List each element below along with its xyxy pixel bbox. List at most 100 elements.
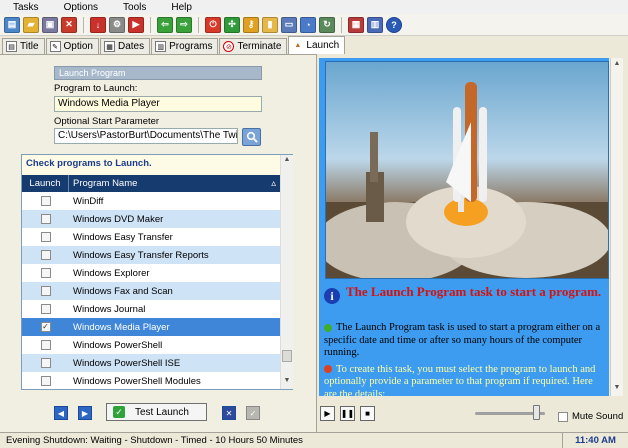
- launch-checkbox[interactable]: [40, 196, 51, 206]
- tab-title[interactable]: ▤ Title: [2, 38, 45, 54]
- column-header-label: Program Name: [73, 178, 138, 189]
- key-icon[interactable]: ⚷: [243, 16, 259, 33]
- menu-options[interactable]: Options: [51, 2, 110, 13]
- toolbar-separator: [341, 16, 342, 33]
- mute-checkbox[interactable]: [558, 412, 568, 422]
- play-button[interactable]: ▶: [320, 405, 335, 421]
- launch-checkbox[interactable]: [40, 250, 51, 260]
- launch-checkbox[interactable]: [40, 268, 51, 278]
- run-icon[interactable]: ▶: [128, 16, 144, 33]
- tab-programs[interactable]: ▥ Programs: [151, 38, 219, 54]
- import-icon[interactable]: ⇦: [157, 16, 173, 33]
- launch-checkbox[interactable]: [40, 286, 51, 296]
- program-name-cell: Windows DVD Maker: [73, 213, 164, 225]
- launch-checkbox[interactable]: [40, 232, 51, 242]
- scroll-up-icon[interactable]: ▲: [612, 60, 622, 67]
- table-row[interactable]: Windows PowerShell Modules: [22, 372, 280, 390]
- table-row[interactable]: Windows PowerShell: [22, 336, 280, 354]
- tab-launch[interactable]: ▲ Launch: [288, 36, 346, 54]
- launch-checkbox[interactable]: [40, 304, 51, 314]
- menu-tasks[interactable]: Tasks: [0, 2, 51, 13]
- next-button[interactable]: ▶: [78, 406, 92, 420]
- launch-checkbox[interactable]: [40, 358, 51, 368]
- lock-icon[interactable]: ▮: [262, 16, 278, 33]
- programs-icon: ▥: [155, 41, 167, 52]
- save-icon[interactable]: ▣: [42, 16, 58, 33]
- table-row[interactable]: Windows Journal: [22, 300, 280, 318]
- standby-icon[interactable]: ◔: [300, 16, 316, 33]
- launch-checkbox[interactable]: [40, 340, 51, 350]
- tab-terminate[interactable]: ⊘ Terminate: [219, 38, 288, 54]
- settings-icon[interactable]: ⚙: [109, 16, 125, 33]
- restart-icon[interactable]: ↻: [319, 16, 335, 33]
- help-icon[interactable]: ?: [386, 16, 402, 33]
- schedule-icon[interactable]: ▥: [367, 16, 383, 33]
- pause-button[interactable]: ❚❚: [340, 405, 355, 421]
- screen-icon[interactable]: ▭: [281, 16, 297, 33]
- browse-button[interactable]: [242, 128, 261, 146]
- status-time: 11:40 AM: [562, 432, 628, 448]
- previous-button[interactable]: ◀: [54, 406, 68, 420]
- open-folder-icon[interactable]: ▰: [23, 16, 39, 33]
- launch-checkbox[interactable]: ✓: [40, 322, 51, 332]
- grid-scrollbar[interactable]: ▲ ▼: [280, 155, 293, 389]
- log-icon[interactable]: ▦: [348, 16, 364, 33]
- help-scrollbar[interactable]: ▲ ▼: [610, 58, 623, 396]
- menu-help[interactable]: Help: [158, 2, 204, 13]
- table-row[interactable]: Windows Explorer: [22, 264, 280, 282]
- download-icon[interactable]: ↓: [90, 16, 106, 33]
- scroll-down-icon[interactable]: ▼: [612, 384, 622, 391]
- table-row[interactable]: Windows PowerShell ISE: [22, 354, 280, 372]
- table-row[interactable]: Windows Easy Transfer Reports: [22, 246, 280, 264]
- program-label: Program to Launch:: [54, 83, 138, 94]
- column-header-launch[interactable]: Launch: [22, 175, 69, 192]
- stop-button[interactable]: ■: [360, 405, 375, 421]
- toolbar-separator: [198, 16, 199, 33]
- arrow-left-icon: ◀: [57, 408, 65, 418]
- column-header-program-name[interactable]: Program Name ▵: [69, 175, 280, 192]
- shuttle-launch-image: [319, 61, 609, 282]
- table-row[interactable]: WinDiff: [22, 192, 280, 210]
- help-paragraph-text: The Launch Program task is used to start…: [324, 322, 601, 358]
- program-name-cell: Windows Easy Transfer: [73, 231, 173, 243]
- program-name-cell: Windows Explorer: [73, 267, 150, 279]
- help-title-row: i The Launch Program task to start a pro…: [324, 284, 602, 304]
- program-grid: Check programs to Launch. Launch Program…: [21, 154, 293, 390]
- scroll-thumb[interactable]: [282, 350, 292, 362]
- arrow-right-icon: ▶: [81, 408, 89, 418]
- launch-icon: ▲: [294, 42, 302, 49]
- export-icon[interactable]: ⇨: [176, 16, 192, 33]
- start-parameter-field[interactable]: C:\Users\PastorBurt\Documents\The Twilig…: [54, 128, 238, 144]
- apply-button[interactable]: ✓: [246, 406, 260, 420]
- launch-cell: [22, 358, 69, 368]
- tab-label: Dates: [118, 41, 145, 52]
- scroll-down-icon[interactable]: ▼: [282, 377, 292, 387]
- tab-option[interactable]: ✎ Option: [45, 38, 99, 54]
- tab-dates[interactable]: ▦ Dates: [100, 38, 151, 54]
- table-row[interactable]: ✓ Windows Media Player: [22, 318, 280, 336]
- table-row[interactable]: Windows Easy Transfer: [22, 228, 280, 246]
- launch-cell: [22, 376, 69, 386]
- scroll-up-icon[interactable]: ▲: [282, 156, 292, 166]
- power-icon[interactable]: ⏻: [205, 16, 221, 33]
- close-icon: ✕: [225, 408, 233, 418]
- launch-checkbox[interactable]: [40, 214, 51, 224]
- green-bullet-icon: [324, 323, 332, 332]
- launch-cell: [22, 286, 69, 296]
- delete-icon[interactable]: ✕: [61, 16, 77, 33]
- volume-slider-thumb[interactable]: [533, 405, 540, 420]
- program-name-cell: Windows PowerShell: [73, 339, 163, 351]
- toolbar: ▤ ▰ ▣ ✕ ↓ ⚙ ▶ ⇦ ⇨ ⏻ ✣ ⚷ ▮ ▭ ◔ ↻ ▦ ▥ ?: [0, 14, 628, 36]
- menu-tools[interactable]: Tools: [110, 2, 158, 13]
- test-launch-button[interactable]: ✓ Test Launch: [106, 403, 207, 421]
- toolbar-separator: [150, 16, 151, 33]
- program-to-launch-field[interactable]: Windows Media Player: [54, 96, 262, 112]
- launch-cell: [22, 232, 69, 242]
- table-row[interactable]: Windows Fax and Scan: [22, 282, 280, 300]
- launch-checkbox[interactable]: [40, 376, 51, 386]
- new-task-icon[interactable]: ▤: [4, 16, 20, 33]
- table-row[interactable]: Windows DVD Maker: [22, 210, 280, 228]
- launch-cell: [22, 304, 69, 314]
- network-icon[interactable]: ✣: [224, 16, 240, 33]
- cancel-button[interactable]: ✕: [222, 406, 236, 420]
